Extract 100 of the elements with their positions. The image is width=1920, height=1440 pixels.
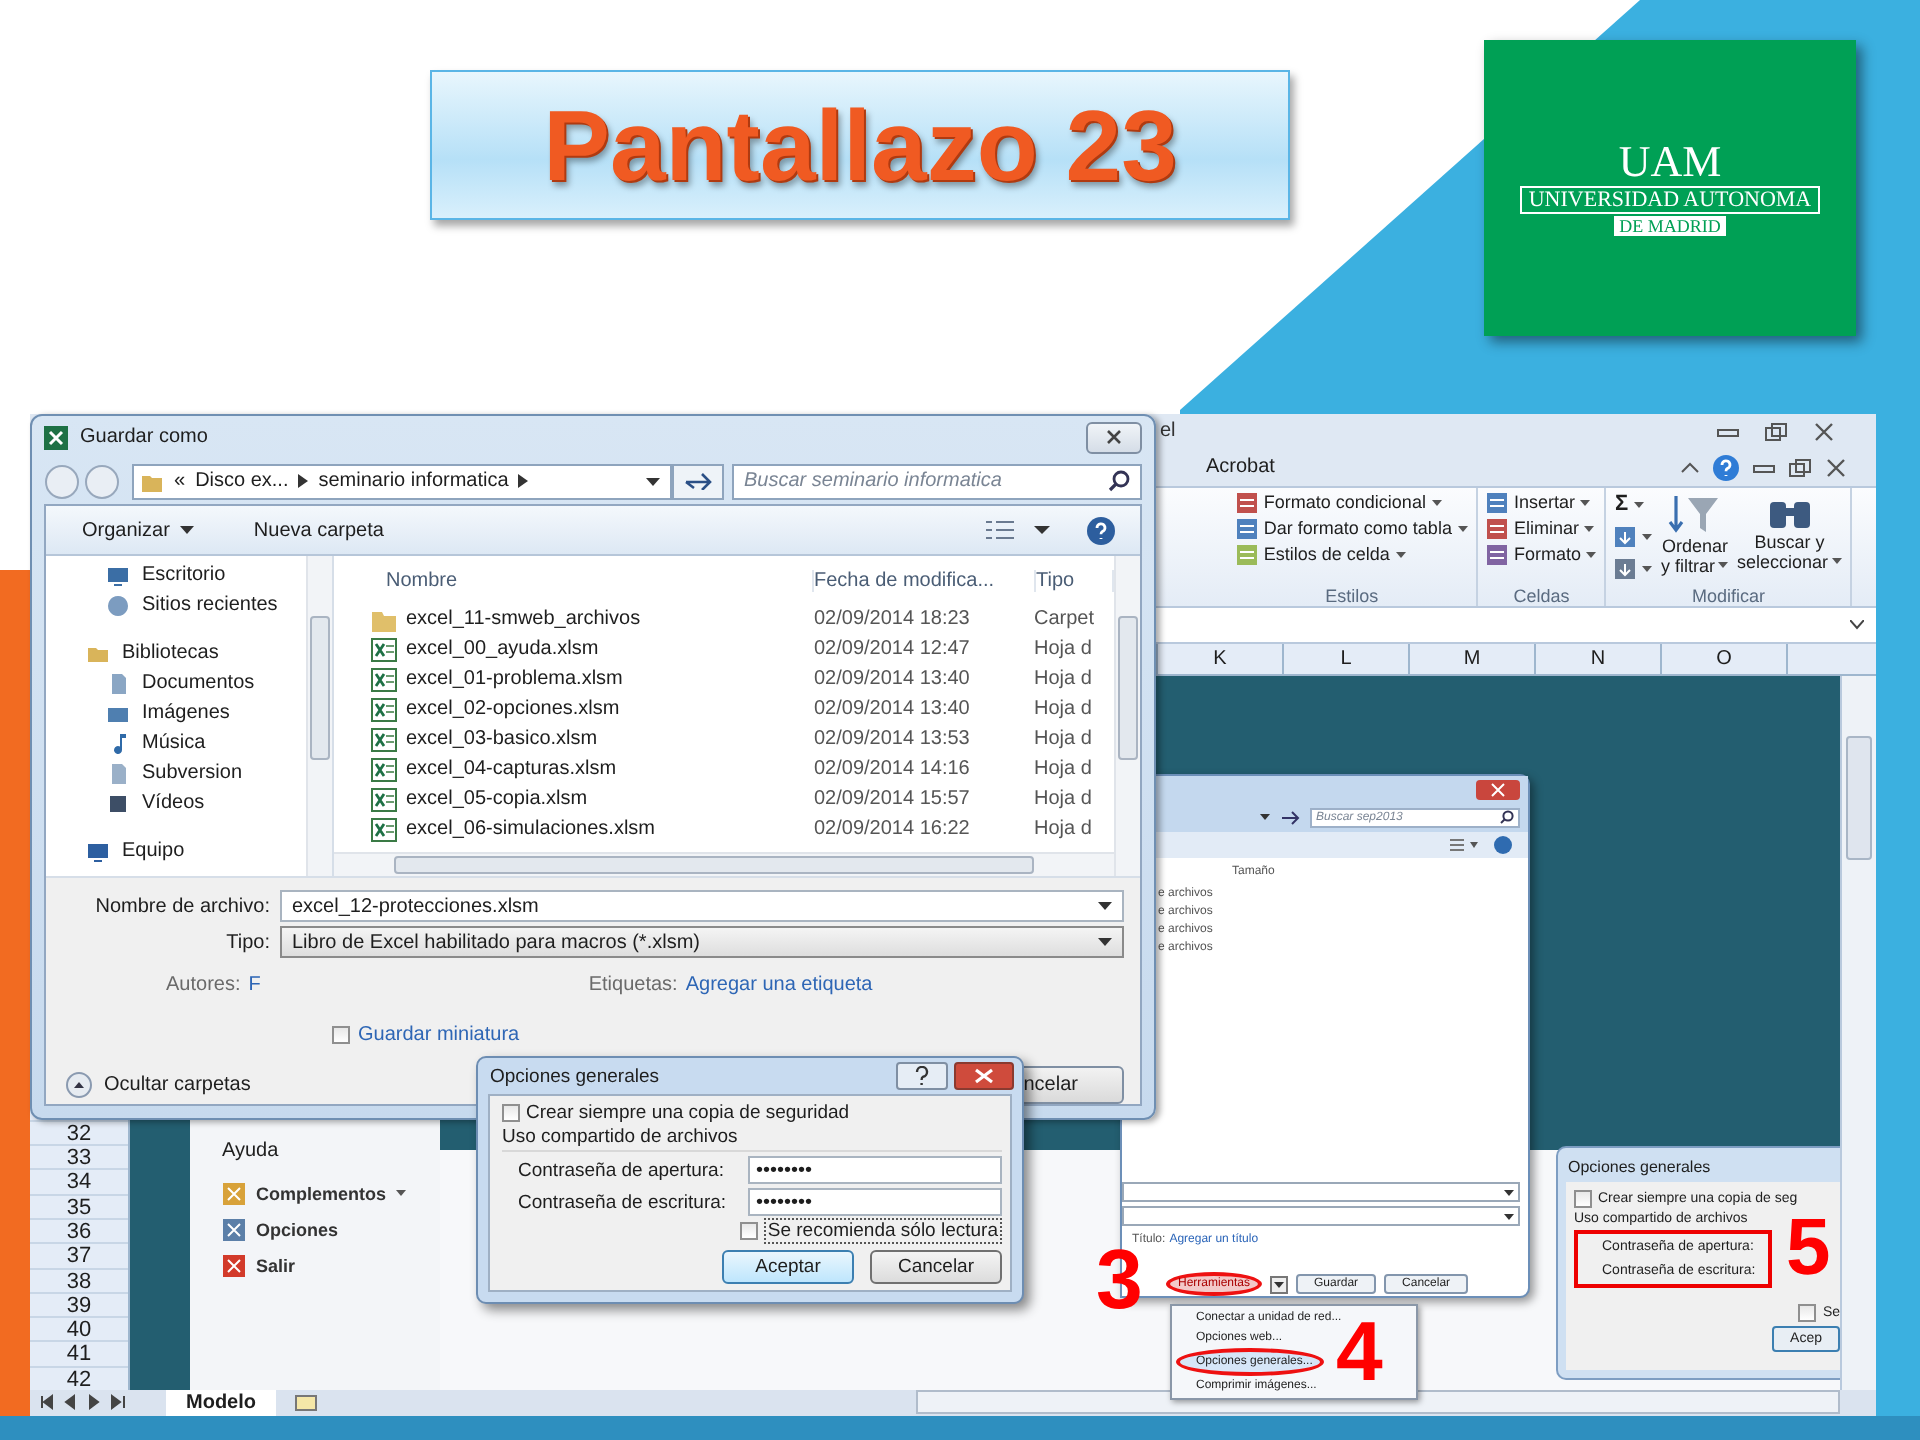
nav-item[interactable]: Imágenes	[46, 698, 306, 728]
refresh-icon[interactable]	[1278, 809, 1302, 826]
sheet-tab[interactable]: Modelo	[166, 1389, 276, 1416]
checkbox[interactable]	[332, 1026, 350, 1044]
ribbon-button[interactable]: Eliminar	[1485, 517, 1597, 540]
dropdown-arrow-icon	[1718, 562, 1729, 569]
file-name[interactable]: excel_03-basico.xlsm	[350, 727, 814, 751]
row-header[interactable]: 36	[30, 1217, 128, 1243]
ribbon-button[interactable]: Formato	[1485, 543, 1597, 566]
chevron-right-icon[interactable]	[298, 474, 309, 489]
password-field[interactable]: ••••••••	[748, 1156, 1002, 1184]
file-name[interactable]: excel_02-opciones.xlsm	[350, 697, 814, 721]
minimize-icon[interactable]	[1752, 459, 1776, 476]
ribbon-button[interactable]	[1614, 523, 1653, 550]
vertical-scrollbar[interactable]	[306, 556, 332, 876]
file-name[interactable]: excel_05-copia.xlsm	[350, 787, 814, 811]
minimize-icon[interactable]	[1716, 423, 1740, 440]
column-header[interactable]: Fecha de modifica...	[814, 569, 1036, 591]
nav-item[interactable]: Equipo	[46, 836, 306, 866]
column-header[interactable]: N	[1534, 643, 1660, 674]
refresh-button[interactable]	[672, 463, 724, 500]
close-button[interactable]	[1086, 421, 1142, 454]
authors-link[interactable]: F	[248, 974, 261, 996]
row-header[interactable]: 35	[30, 1193, 128, 1218]
row-header[interactable]: 39	[30, 1291, 128, 1317]
ribbon-button[interactable]	[1614, 555, 1653, 582]
breadcrumb-item[interactable]: Disco ex...	[195, 470, 289, 493]
backstage-item[interactable]: Opciones	[222, 1217, 440, 1242]
close-icon[interactable]	[1812, 421, 1836, 442]
row-header[interactable]: 33	[30, 1144, 128, 1169]
checkbox[interactable]	[1798, 1304, 1817, 1322]
dropdown-arrow-icon[interactable]	[646, 477, 660, 486]
ribbon-button[interactable]: Ordenar y filtrar	[1660, 491, 1729, 586]
toolbar-button[interactable]: Nueva carpeta	[253, 519, 384, 541]
toolbar-button[interactable]: Organizar	[82, 519, 194, 541]
nav-item[interactable]: Bibliotecas	[46, 638, 306, 668]
collapse-ribbon-icon[interactable]	[1680, 459, 1700, 476]
ribbon-button[interactable]: Σ	[1614, 491, 1653, 518]
help-icon[interactable]	[1494, 835, 1512, 854]
ribbon-button[interactable]: Dar formato como tabla	[1235, 517, 1468, 540]
view-options-icon[interactable]	[1450, 837, 1478, 852]
nav-item[interactable]: Vídeos	[46, 788, 306, 818]
file-name[interactable]: excel_01-problema.xlsm	[350, 667, 814, 691]
restore-icon[interactable]	[1764, 421, 1788, 442]
checkbox[interactable]	[502, 1104, 520, 1122]
dialog-title: Opciones generales	[1566, 1156, 1713, 1180]
nav-item[interactable]: Documentos	[46, 668, 306, 698]
close-button[interactable]	[954, 1062, 1014, 1090]
row-header[interactable]: 34	[30, 1168, 128, 1194]
chevron-right-icon[interactable]	[518, 474, 529, 489]
checkbox[interactable]	[1574, 1190, 1592, 1208]
new-sheet-icon[interactable]	[292, 1392, 320, 1413]
file-type-dropdown[interactable]: Libro de Excel habilitado para macros (*.xlsm)	[280, 926, 1124, 958]
file-name[interactable]: excel_04-capturas.xlsm	[350, 757, 814, 781]
help-icon[interactable]	[1712, 453, 1740, 482]
overflow-chevron[interactable]: «	[174, 470, 186, 493]
help-icon[interactable]	[1086, 515, 1116, 545]
nav-item[interactable]: Escritorio	[46, 560, 306, 590]
close-icon[interactable]	[1824, 457, 1848, 478]
dialog-button[interactable]: Aceptar	[722, 1250, 854, 1284]
dropdown-arrow-icon[interactable]	[1270, 1275, 1289, 1294]
checkbox[interactable]	[739, 1222, 758, 1240]
help-button[interactable]	[896, 1062, 948, 1090]
ribbon-button[interactable]: Formato condicional	[1235, 491, 1468, 514]
view-options-icon[interactable]	[986, 520, 1054, 540]
file-name[interactable]: excel_06-simulaciones.xlsm	[350, 817, 814, 841]
nav-item[interactable]: Música	[46, 728, 306, 758]
row-header[interactable]: 38	[30, 1267, 128, 1292]
file-name[interactable]: excel_00_ayuda.xlsm	[350, 637, 814, 661]
restore-icon[interactable]	[1788, 457, 1812, 478]
nav-item[interactable]: Sitios recientes	[46, 590, 306, 620]
vertical-scrollbar[interactable]	[1840, 675, 1876, 1390]
filename-field[interactable]	[1122, 1182, 1520, 1203]
column-header[interactable]: L	[1282, 643, 1408, 674]
row-header[interactable]: 41	[30, 1340, 128, 1366]
column-header[interactable]: M	[1408, 643, 1534, 674]
row-header[interactable]: 37	[30, 1242, 128, 1267]
search-field[interactable]: Buscar seminario informatica	[732, 463, 1142, 500]
column-header[interactable]: O	[1660, 643, 1786, 674]
ribbon-button[interactable]: Insertar	[1485, 491, 1597, 514]
row-header[interactable]: 40	[30, 1316, 128, 1341]
hide-folders-button[interactable]: Ocultar carpetas	[66, 1072, 251, 1098]
nav-item[interactable]: Subversion	[46, 758, 306, 788]
address-bar[interactable]: « Disco ex... seminario informatica	[132, 463, 672, 500]
ribbon-button[interactable]: Estilos de celda	[1235, 543, 1468, 566]
close-icon[interactable]	[1476, 779, 1520, 800]
ribbon-tab[interactable]: Acrobat	[1206, 456, 1275, 479]
backstage-item[interactable]: Salir	[222, 1253, 440, 1278]
backstage-item[interactable]: Complementos	[222, 1181, 440, 1206]
file-name[interactable]: excel_11-smweb_archivos	[350, 607, 814, 631]
filename-field[interactable]: excel_12-protecciones.xlsm	[280, 890, 1124, 922]
dialog-button[interactable]: Cancelar	[870, 1250, 1002, 1284]
vertical-scrollbar[interactable]	[1114, 556, 1140, 876]
password-field[interactable]: ••••••••	[748, 1188, 1002, 1216]
spreadsheet-app-icon	[44, 425, 68, 450]
expand-icon[interactable]	[1850, 619, 1864, 630]
add-tag-link[interactable]: Agregar una etiqueta	[685, 974, 873, 996]
ribbon-button[interactable]: Buscar y seleccionar	[1736, 491, 1842, 586]
column-header[interactable]: Nombre	[350, 569, 814, 591]
breadcrumb-item[interactable]: seminario informatica	[318, 470, 509, 493]
